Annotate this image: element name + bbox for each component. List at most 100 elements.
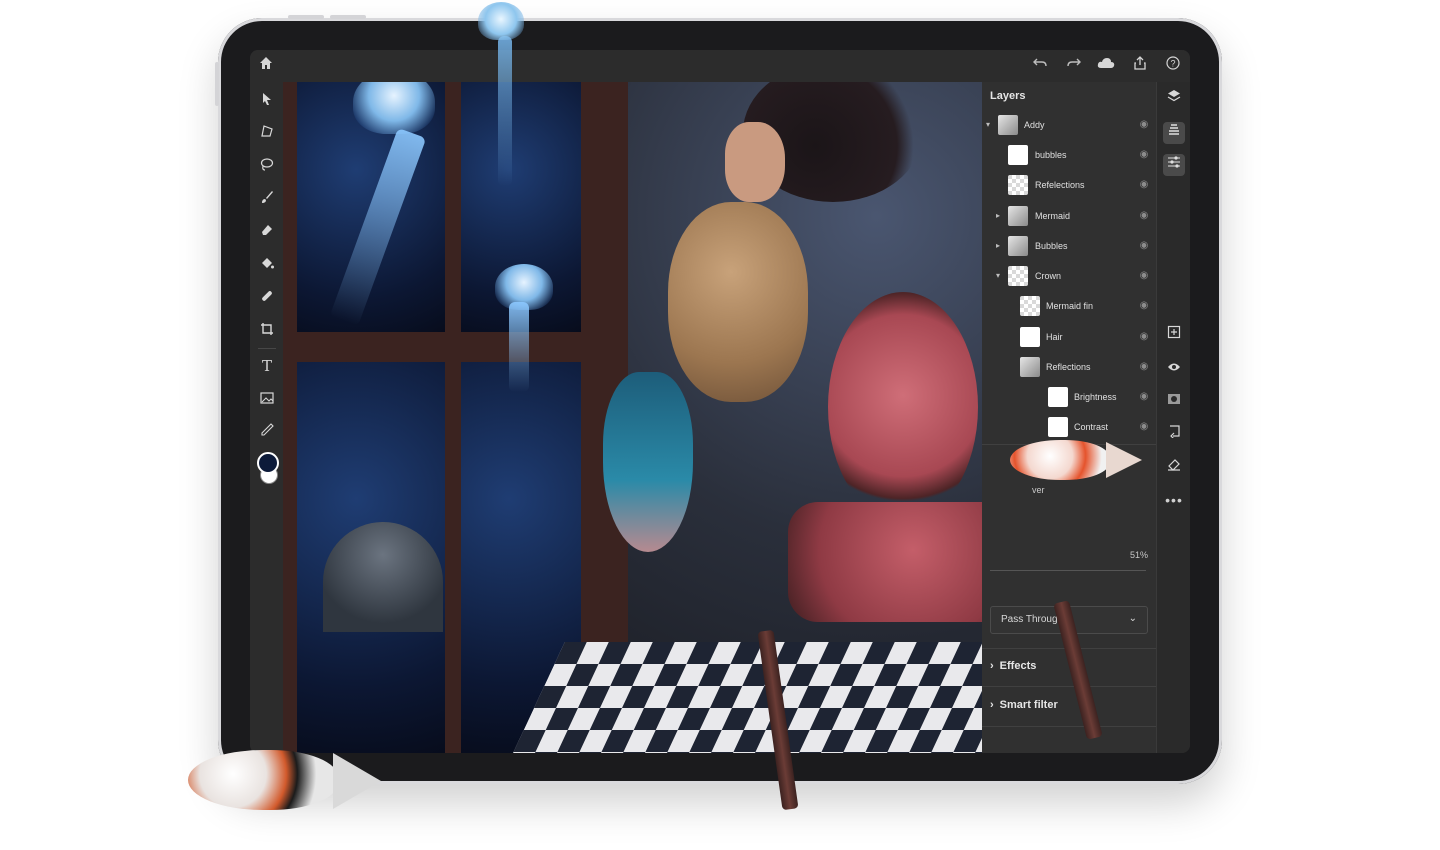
eraser-tool-icon[interactable] <box>256 221 278 243</box>
layer-thumbnail <box>1048 387 1068 407</box>
layer-row[interactable]: ▾ Crown ◉ <box>982 262 1156 292</box>
chevron-down-icon: ⌄ <box>1128 613 1137 624</box>
tablet-top-button <box>288 15 324 19</box>
layer-name: Hair <box>1046 332 1063 342</box>
effects-label: Effects <box>999 660 1037 672</box>
layer-name: Reflections <box>1046 362 1091 372</box>
panel-title: Layers <box>990 90 1026 102</box>
layer-thumbnail <box>998 115 1018 135</box>
layer-name: Addy <box>1024 120 1045 130</box>
visibility-eye-icon[interactable]: ◉ <box>1138 391 1150 403</box>
chair-seat <box>788 502 982 622</box>
panel-divider <box>982 686 1156 687</box>
layer-row[interactable]: ▾ Addy ◉ <box>982 111 1156 141</box>
blend-mode-value: Pass Through <box>1001 614 1064 625</box>
transform-tool-icon[interactable] <box>256 122 278 144</box>
koi-fish-tail <box>1106 442 1142 478</box>
visibility-eye-icon[interactable]: ◉ <box>1138 331 1150 343</box>
tool-bar: T <box>250 82 283 753</box>
undo-icon[interactable] <box>1030 56 1050 76</box>
more-options-icon[interactable]: ••• <box>1163 489 1185 511</box>
koi-fish-body <box>1010 440 1110 480</box>
layer-name: Mermaid fin <box>1046 301 1094 311</box>
layer-thumbnail <box>1008 175 1028 195</box>
layer-row[interactable]: ▸ Mermaid ◉ <box>982 202 1156 232</box>
visibility-eye-icon[interactable]: ◉ <box>1138 270 1150 282</box>
home-icon[interactable] <box>256 56 276 76</box>
top-bar: ? <box>250 50 1190 82</box>
visibility-eye-icon[interactable] <box>1163 357 1185 379</box>
visibility-eye-icon[interactable]: ◉ <box>1138 300 1150 312</box>
move-tool-icon[interactable] <box>256 90 278 112</box>
lasso-tool-icon[interactable] <box>256 155 278 177</box>
city-dome <box>323 522 443 632</box>
girl-face <box>725 122 785 202</box>
jellyfish-tentacle <box>498 36 512 186</box>
koi-fish <box>1010 430 1150 490</box>
layer-row[interactable]: Reflections ◉ <box>982 353 1156 383</box>
expand-arrow-icon[interactable]: ▾ <box>986 119 994 131</box>
layer-name: Brightness <box>1074 392 1117 402</box>
mermaid-tail <box>603 372 693 552</box>
collapse-arrow-icon[interactable]: ▸ <box>996 210 1004 222</box>
opacity-slider-track[interactable] <box>990 570 1146 571</box>
layer-row[interactable]: Mermaid fin ◉ <box>982 292 1156 322</box>
visibility-eye-icon[interactable]: ◉ <box>1138 119 1150 131</box>
layer-row[interactable]: Refelections ◉ <box>982 171 1156 201</box>
jellyfish <box>478 2 524 40</box>
visibility-eye-icon[interactable]: ◉ <box>1138 361 1150 373</box>
smart-filters-section-toggle[interactable]: › Smart filter <box>990 699 1058 711</box>
visibility-eye-icon[interactable]: ◉ <box>1138 240 1150 252</box>
clear-icon[interactable] <box>1163 456 1185 478</box>
type-tool-icon[interactable]: T <box>256 355 278 377</box>
opacity-value[interactable]: 51% <box>1130 550 1148 560</box>
layers-icon[interactable] <box>1163 88 1185 110</box>
place-image-icon[interactable] <box>256 388 278 410</box>
koi-fish-tail <box>333 753 381 809</box>
layer-name: Refelections <box>1035 180 1085 190</box>
merge-down-icon[interactable] <box>1163 423 1185 445</box>
layer-name: Mermaid <box>1035 211 1071 221</box>
app-screen: ? T Layers ▾ Addy ◉ bubbles ◉ Refelectio… <box>250 50 1190 753</box>
add-layer-icon[interactable] <box>1163 324 1185 346</box>
document-canvas[interactable] <box>283 82 982 753</box>
layer-thumbnail <box>1008 266 1028 286</box>
collapse-arrow-icon[interactable]: ▸ <box>996 240 1004 252</box>
chevron-right-icon: › <box>990 660 994 672</box>
visibility-eye-icon[interactable]: ◉ <box>1138 210 1150 222</box>
layer-name: Bubbles <box>1035 241 1068 251</box>
visibility-eye-icon[interactable]: ◉ <box>1138 179 1150 191</box>
crop-tool-icon[interactable] <box>256 320 278 342</box>
layer-row[interactable]: Hair ◉ <box>982 323 1156 353</box>
teddy-bear <box>668 202 808 402</box>
effects-section-toggle[interactable]: › Effects <box>990 660 1036 672</box>
redo-icon[interactable] <box>1064 56 1084 76</box>
layer-properties-icon[interactable] <box>1163 122 1185 144</box>
fill-tool-icon[interactable] <box>256 254 278 276</box>
tablet-side-button <box>215 62 219 106</box>
chevron-right-icon: › <box>990 699 994 711</box>
layer-thumbnail <box>1008 145 1028 165</box>
expand-arrow-icon[interactable]: ▾ <box>996 270 1004 282</box>
smart-filters-label: Smart filter <box>999 699 1058 711</box>
brush-tool-icon[interactable] <box>256 188 278 210</box>
visibility-eye-icon[interactable]: ◉ <box>1138 149 1150 161</box>
toolbar-divider <box>258 348 276 349</box>
foreground-color-swatch[interactable] <box>257 452 279 474</box>
healing-tool-icon[interactable] <box>256 287 278 309</box>
mask-icon[interactable] <box>1163 390 1185 412</box>
eyedropper-tool-icon[interactable] <box>256 421 278 443</box>
layer-name: bubbles <box>1035 150 1067 160</box>
cloud-icon[interactable] <box>1096 56 1116 76</box>
adjustments-icon[interactable] <box>1163 154 1185 176</box>
share-icon[interactable] <box>1130 56 1150 76</box>
layer-thumbnail <box>1020 296 1040 316</box>
help-icon[interactable]: ? <box>1163 56 1183 76</box>
layer-row[interactable]: bubbles ◉ <box>982 141 1156 171</box>
layer-row[interactable]: ▸ Bubbles ◉ <box>982 232 1156 262</box>
panel-divider <box>982 726 1156 727</box>
checkered-floor <box>513 642 982 753</box>
layer-row[interactable]: Brightness ◉ <box>982 383 1156 413</box>
jellyfish <box>353 82 435 134</box>
koi-fish <box>188 735 388 830</box>
